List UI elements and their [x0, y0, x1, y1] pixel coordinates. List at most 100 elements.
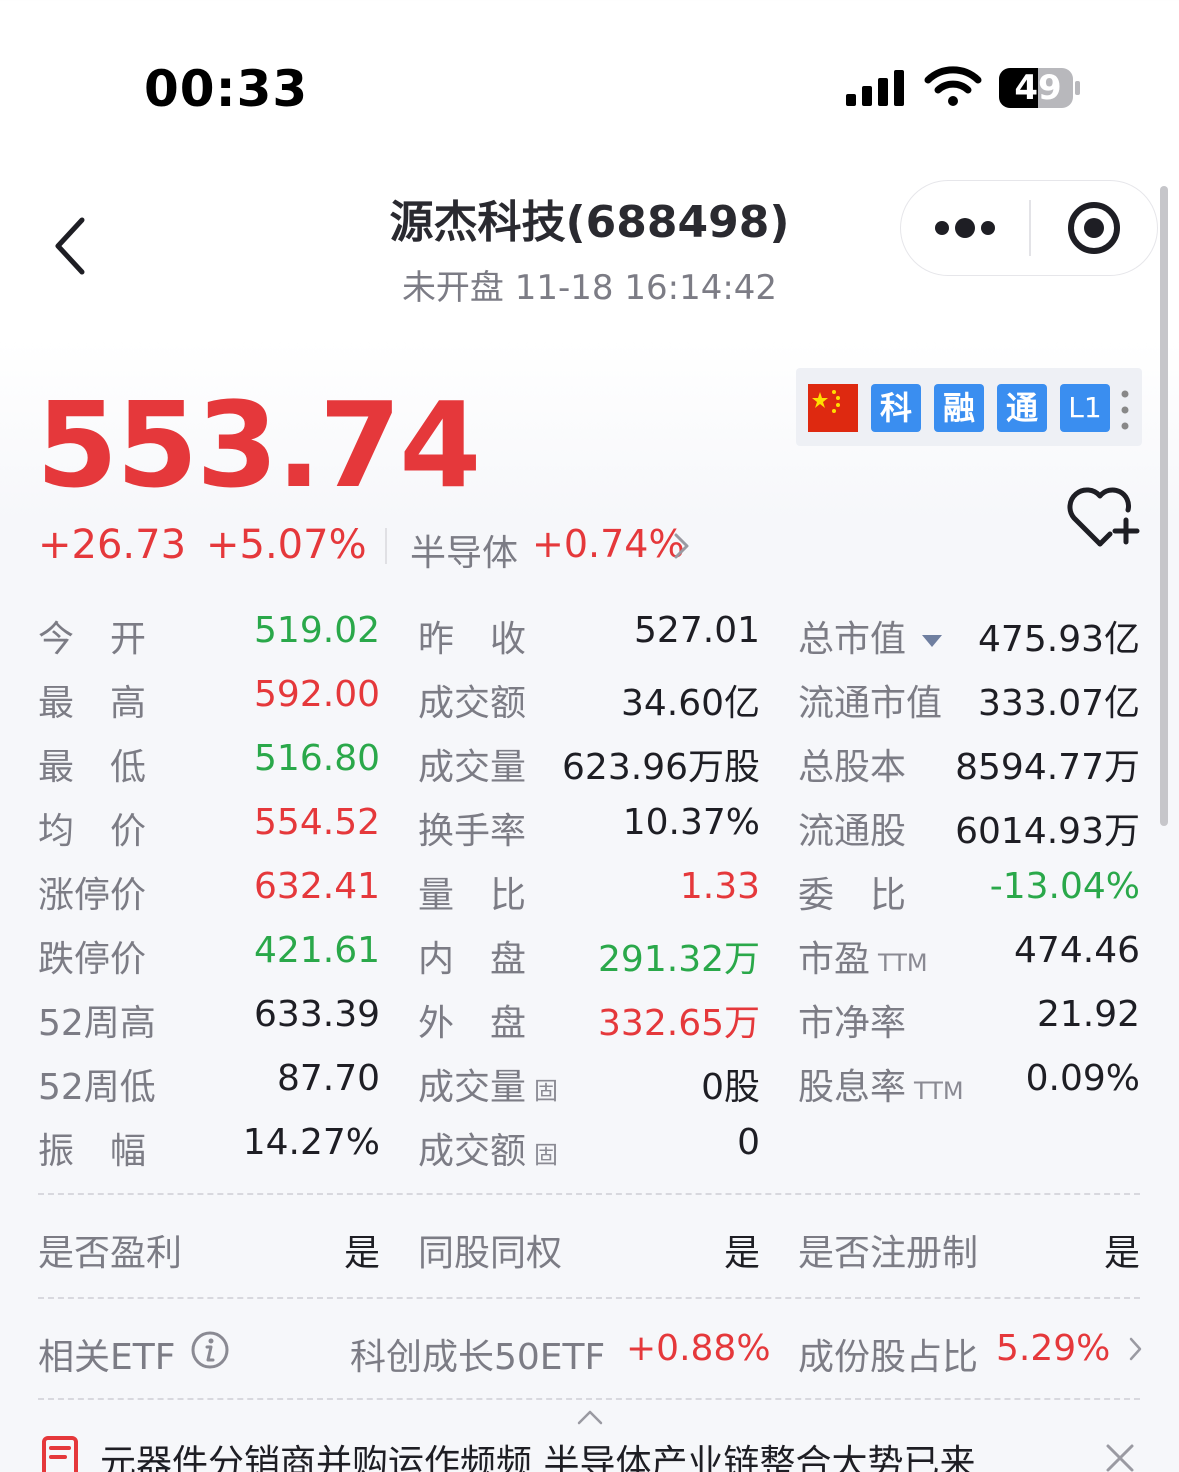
- battery-level: 49: [1014, 68, 1062, 108]
- stat-label-volume-ratio: 量 比: [418, 875, 527, 916]
- current-price: 553.74: [36, 376, 481, 514]
- info-icon[interactable]: [190, 1330, 230, 1370]
- etf-name[interactable]: 科创成长50ETF: [350, 1328, 605, 1380]
- stat-label-limit-down: 跌停价: [38, 939, 147, 980]
- flag-value-same-rights: 是: [723, 1233, 760, 1274]
- scrollbar[interactable]: [1160, 186, 1168, 826]
- stat-label-fixed-volume: 成交量固: [418, 1067, 559, 1108]
- price-change: +26.73: [38, 522, 187, 568]
- dropdown-triangle-icon: [922, 635, 943, 647]
- stat-value-52w-low: 87.70: [276, 1058, 380, 1099]
- stat-value-prev-close: 527.01: [634, 610, 760, 651]
- divider: [385, 528, 387, 564]
- badge-level1: L1: [1060, 384, 1110, 432]
- fixed-tag: 固: [534, 1141, 559, 1169]
- fixed-tag: 固: [534, 1077, 559, 1105]
- stat-label-52w-low: 52周低: [38, 1067, 156, 1108]
- close-icon[interactable]: [1102, 1440, 1138, 1472]
- stat-label-float-cap: 流通市值: [798, 683, 943, 724]
- etf-weight-value: 5.29%: [996, 1328, 1111, 1369]
- etf-change: +0.88%: [626, 1328, 771, 1369]
- stat-value-float-shares: 6014.93万: [955, 811, 1140, 852]
- flag-value-registration: 是: [1103, 1233, 1140, 1274]
- stat-value-amplitude: 14.27%: [242, 1122, 380, 1163]
- dashed-divider: [38, 1193, 1140, 1195]
- stat-label-total-shares: 总股本: [798, 747, 907, 788]
- cellular-signal-icon: [846, 70, 904, 106]
- badge-connect: 通: [997, 384, 1047, 432]
- vertical-more-icon[interactable]: [1118, 388, 1132, 432]
- chevron-up-icon[interactable]: [576, 1408, 604, 1426]
- stat-label-inner-volume: 内 盘: [418, 939, 527, 980]
- badge-margin: 融: [934, 384, 984, 432]
- stat-value-open: 519.02: [254, 610, 380, 651]
- stat-label-prev-close: 昨 收: [418, 619, 527, 660]
- stat-label-turnover-rate: 换手率: [418, 811, 527, 852]
- stat-label-market-cap[interactable]: 总市值: [798, 610, 943, 662]
- status-time: 00:33: [144, 60, 309, 118]
- flag-value-profitable: 是: [343, 1233, 380, 1274]
- ttm-tag: TTM: [878, 949, 928, 977]
- stat-label-high: 最 高: [38, 683, 147, 724]
- sector-name[interactable]: 半导体: [410, 524, 518, 576]
- stat-value-low: 516.80: [254, 738, 380, 779]
- wifi-icon: [924, 66, 982, 106]
- china-flag-icon: [808, 384, 858, 432]
- news-document-icon: [42, 1436, 78, 1472]
- battery-icon: 49: [998, 66, 1082, 110]
- stat-value-fixed-turnover: 0: [737, 1122, 760, 1163]
- stat-label-amplitude: 振 幅: [38, 1131, 147, 1172]
- stat-value-bid-ratio: -13.04%: [989, 866, 1140, 907]
- stat-label-float-shares: 流通股: [798, 811, 907, 852]
- stat-value-outer-volume: 332.65万: [598, 1003, 760, 1044]
- stat-value-volume: 623.96万股: [562, 747, 760, 788]
- flag-label-registration: 是否注册制: [798, 1233, 979, 1274]
- stat-label-bid-ratio: 委 比: [798, 875, 907, 916]
- stat-label-avg: 均 价: [38, 811, 147, 852]
- close-target-icon[interactable]: [1060, 196, 1128, 260]
- stat-value-fixed-volume: 0股: [701, 1067, 760, 1108]
- stat-value-total-shares: 8594.77万: [955, 747, 1140, 788]
- stat-value-limit-up: 632.41: [254, 866, 380, 907]
- capsule-divider: [1029, 200, 1031, 256]
- chevron-right-icon[interactable]: [1128, 1336, 1144, 1362]
- flag-label-same-rights: 同股同权: [418, 1233, 563, 1274]
- etf-label: 相关ETF: [38, 1337, 176, 1378]
- stat-label-open: 今 开: [38, 619, 147, 660]
- sector-change[interactable]: +0.74%: [532, 522, 685, 566]
- stat-value-market-cap: 475.93亿: [978, 619, 1140, 660]
- stat-label-pb: 市净率: [798, 1003, 907, 1044]
- stat-label-low: 最 低: [38, 747, 147, 788]
- stat-label-outer-volume: 外 盘: [418, 1003, 527, 1044]
- price-change-percent: +5.07%: [206, 522, 367, 568]
- stat-value-volume-ratio: 1.33: [679, 866, 760, 907]
- stat-label-fixed-turnover: 成交额固: [418, 1131, 559, 1172]
- chevron-right-icon[interactable]: [672, 532, 692, 560]
- stat-label-pe-ttm: 市盈 TTM: [798, 939, 928, 980]
- more-dots-icon[interactable]: [920, 196, 1020, 260]
- etf-weight-label: 成份股占比: [798, 1337, 979, 1378]
- stat-value-float-cap: 333.07亿: [978, 683, 1140, 724]
- stat-value-inner-volume: 291.32万: [598, 939, 760, 980]
- dashed-divider: [38, 1297, 1140, 1299]
- add-favorite-heart-icon[interactable]: [1066, 484, 1142, 550]
- stat-label-52w-high: 52周高: [38, 1003, 156, 1044]
- stat-value-turnover-rate: 10.37%: [622, 802, 760, 843]
- stat-label-volume: 成交量: [418, 747, 527, 788]
- stat-label-limit-up: 涨停价: [38, 875, 147, 916]
- stat-value-avg: 554.52: [254, 802, 380, 843]
- stat-value-pb: 21.92: [1036, 994, 1140, 1035]
- stat-value-52w-high: 633.39: [254, 994, 380, 1035]
- stat-value-turnover: 34.60亿: [620, 683, 760, 724]
- stat-label-dividend-yield: 股息率 TTM: [798, 1067, 964, 1108]
- stat-value-high: 592.00: [254, 674, 380, 715]
- stat-value-limit-down: 421.61: [254, 930, 380, 971]
- dashed-divider: [38, 1398, 1140, 1400]
- news-headline[interactable]: 元器件分销商并购运作频频 半导体产业链整合大势已来: [100, 1434, 975, 1472]
- badge-star-market: 科: [871, 384, 921, 432]
- flag-label-profitable: 是否盈利: [38, 1233, 183, 1274]
- ttm-tag: TTM: [914, 1077, 964, 1105]
- stat-value-pe-ttm: 474.46: [1014, 930, 1140, 971]
- stat-label-turnover: 成交额: [418, 683, 527, 724]
- stat-value-dividend-yield: 0.09%: [1025, 1058, 1140, 1099]
